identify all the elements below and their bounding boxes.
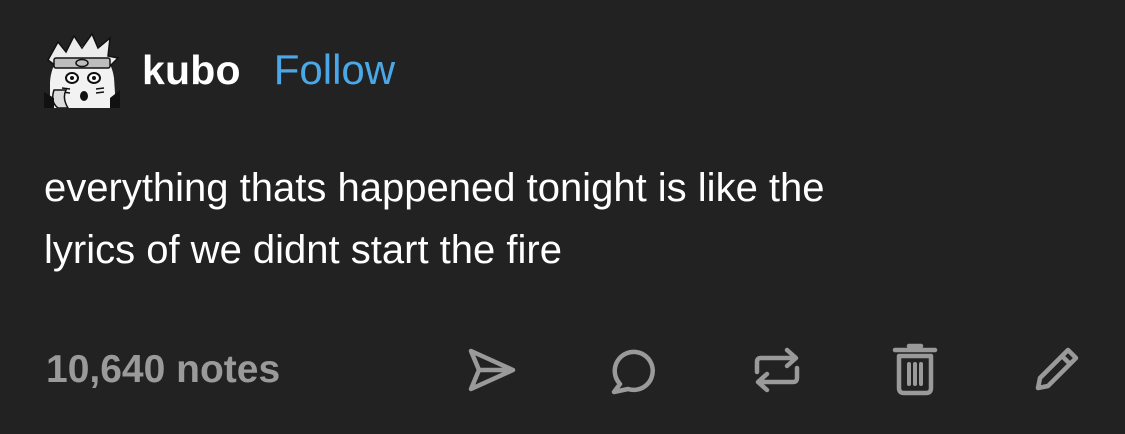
- post-body: everything thats happened tonight is lik…: [44, 157, 1074, 281]
- edit-button[interactable]: [1028, 342, 1084, 398]
- reply-icon: [611, 349, 655, 395]
- notes-count[interactable]: 10,640 notes: [46, 348, 280, 392]
- reply-button[interactable]: [606, 342, 662, 398]
- follow-button[interactable]: Follow: [274, 46, 395, 94]
- reblog-button[interactable]: [749, 342, 805, 398]
- username[interactable]: kubo: [142, 47, 241, 94]
- delete-icon: [892, 343, 938, 396]
- reblog-icon: [754, 347, 800, 393]
- edit-icon: [1035, 347, 1079, 391]
- post-card: kubo Follow everything thats happened to…: [0, 0, 1125, 434]
- share-icon: [468, 348, 516, 392]
- avatar[interactable]: [44, 32, 120, 108]
- post-header: kubo Follow: [44, 32, 395, 108]
- delete-button[interactable]: [887, 342, 943, 398]
- share-button[interactable]: [463, 342, 519, 398]
- post-footer: 10,640 notes: [44, 340, 1084, 400]
- post-text-line: lyrics of we didnt start the fire: [44, 228, 562, 272]
- post-text-line: everything thats happened tonight is lik…: [44, 166, 825, 210]
